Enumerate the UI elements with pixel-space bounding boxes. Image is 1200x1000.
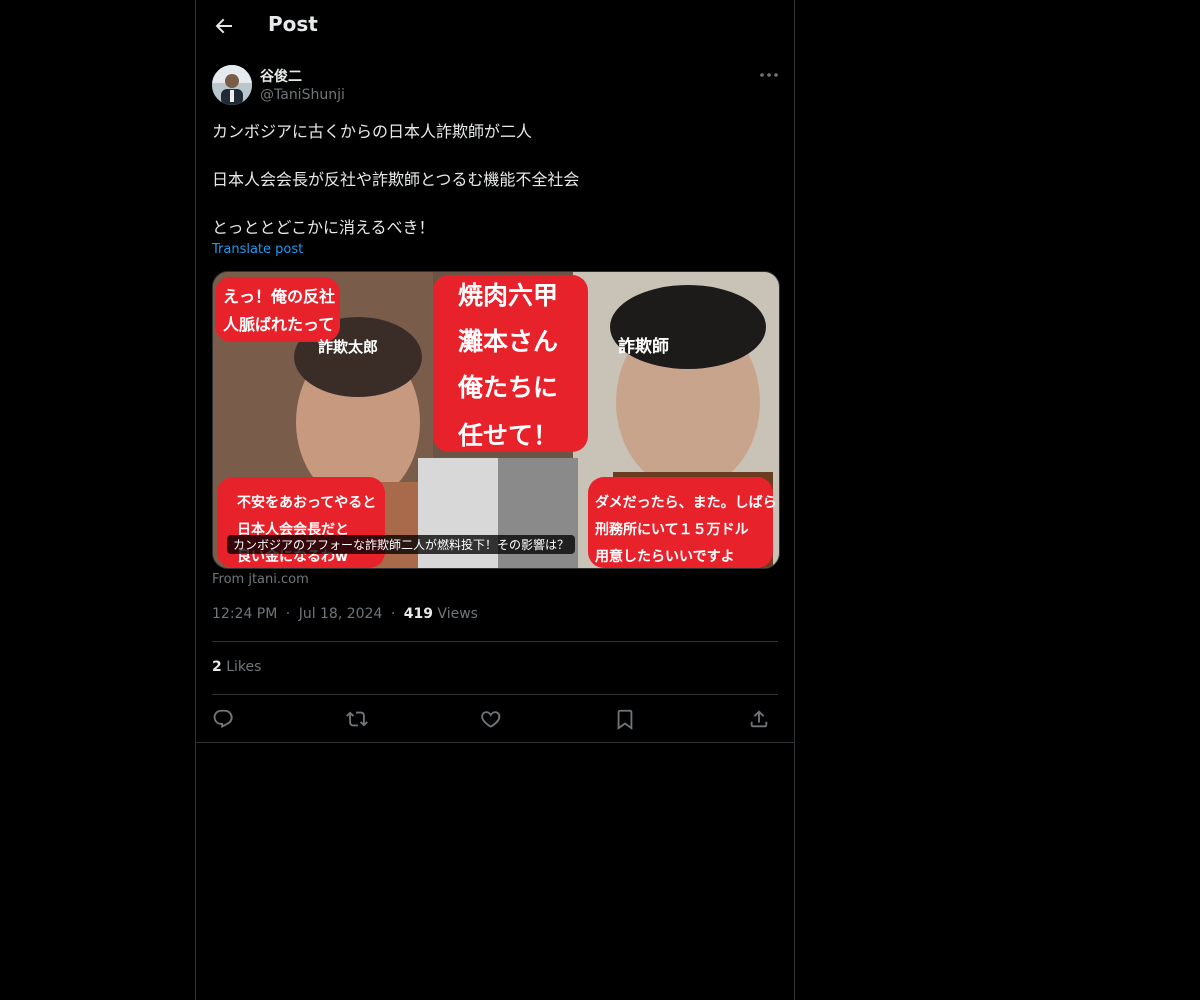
back-arrow-icon[interactable] [212,14,236,38]
author-handle[interactable]: @TaniShunji [260,87,345,103]
post-line: とっととどこかに消えるべき！ [212,218,435,237]
post-line: 日本人会会長が反社や詐欺師とつるむ機能不全社会 [212,170,580,189]
card-image: 詐欺太郎 詐欺師 えっ！俺の反社 人脈ばれたって 焼肉六甲 灘本さん 俺たちに … [213,272,779,568]
post-header: Post [196,0,794,54]
page-title: Post [268,12,318,36]
avatar[interactable] [212,65,252,105]
author-name[interactable]: 谷俊二 [260,66,302,86]
card-caption: カンボジアのアフォーな詐欺師二人が燃料投下！その影響は？ [227,535,576,554]
post-line: カンボジアに古くからの日本人詐欺師が二人 [212,122,533,141]
like-icon[interactable] [480,708,504,732]
action-bar [212,706,778,734]
divider [196,742,794,743]
svg-text:詐欺師: 詐欺師 [618,336,669,357]
more-options-icon[interactable] [758,66,780,84]
card-source[interactable]: From jtani.com [212,572,309,587]
repost-icon[interactable] [346,708,370,732]
link-card-image[interactable]: 詐欺太郎 詐欺師 えっ！俺の反社 人脈ばれたって 焼肉六甲 灘本さん 俺たちに … [212,271,780,569]
likes-count: 2 [212,659,222,675]
bookmark-icon[interactable] [614,708,638,732]
separator: · [390,606,396,622]
post-column: Post 谷俊二 @TaniShunji カンボジアに古くからの日本人詐欺師が二… [195,0,795,1000]
svg-text:詐欺太郎: 詐欺太郎 [318,338,378,356]
divider [212,641,778,642]
likes-label: Likes [226,659,262,675]
views-count: 419 [403,606,433,622]
post-meta: 12:24 PM · Jul 18, 2024 · 419 Views [212,606,478,622]
post-time[interactable]: 12:24 PM [212,606,277,622]
likes-stat[interactable]: 2 Likes [212,659,261,675]
translate-link[interactable]: Translate post [212,242,303,257]
separator: · [285,606,291,622]
views-label: Views [437,606,478,622]
post-date[interactable]: Jul 18, 2024 [299,606,383,622]
divider [212,694,778,695]
reply-icon[interactable] [212,708,236,732]
share-icon[interactable] [748,708,772,732]
